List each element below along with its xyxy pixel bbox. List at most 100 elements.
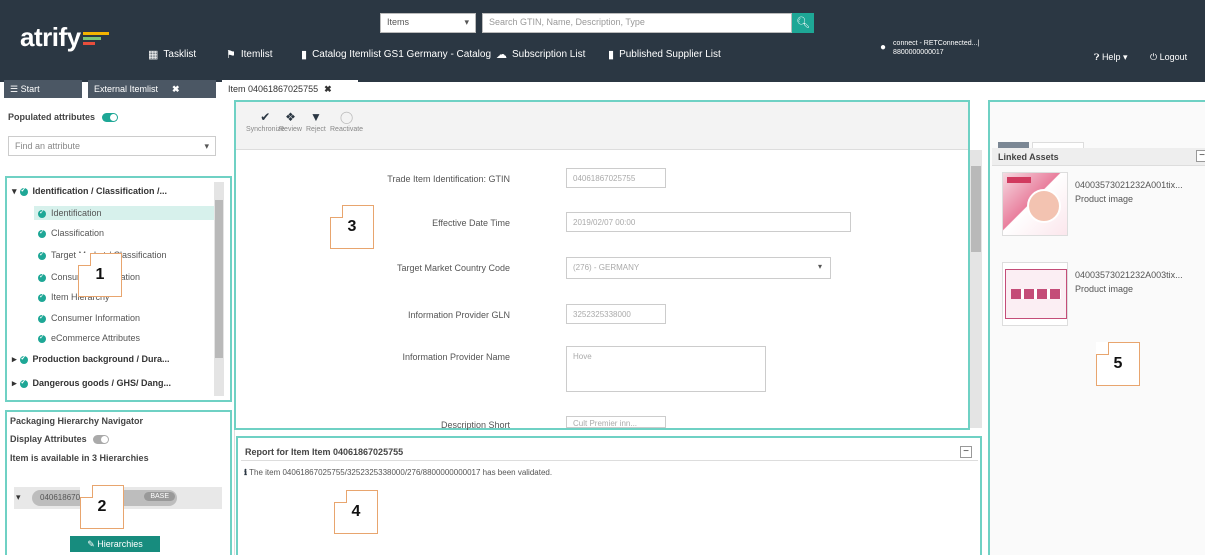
asset-type: Product image (1075, 284, 1134, 294)
reject-button[interactable]: ▼ Reject (306, 110, 326, 133)
display-attributes-label: Display Attributes (10, 434, 87, 444)
provider-name-field[interactable]: Hove (566, 346, 766, 392)
tab-item[interactable]: Item 04061867025755 ✖ (222, 80, 358, 98)
callout-1: 1 (78, 253, 122, 297)
nav-itemlist[interactable]: ⚑ Itemlist (226, 48, 273, 61)
tree-scrollbar-thumb[interactable] (215, 200, 223, 358)
packaging-title: Packaging Hierarchy Navigator (10, 416, 144, 426)
populated-attributes: Populated attributes (8, 112, 118, 123)
tab-label: External Itemlist (94, 84, 159, 94)
bookmark-icon: ▮ (608, 49, 615, 61)
hierarchies-button[interactable]: ✎ Hierarchies (70, 536, 160, 552)
expand-icon: ▾ (16, 492, 21, 502)
tab-label: Start (20, 84, 40, 94)
gtin-field[interactable]: 04061867025755 (566, 168, 666, 188)
right-panel (990, 102, 1205, 555)
tree-item-identification[interactable]: Identification (34, 206, 224, 220)
report-title: Report for Item Item 04061867025755 (245, 447, 404, 457)
display-attributes-toggle[interactable] (93, 434, 110, 444)
info-icon: ❖ (285, 110, 296, 124)
top-navigation-bar: atrify Items Search GTIN, Name, Descript… (0, 0, 1205, 82)
review-button[interactable]: ❖ Review (279, 110, 302, 133)
tree-label: eCommerce Attributes (51, 333, 141, 343)
check-circle-icon (38, 313, 46, 323)
expand-icon: ▸ (12, 354, 17, 364)
close-icon[interactable]: ✖ (324, 84, 332, 94)
description-short-label: Description Short (440, 420, 510, 430)
provider-gln-label: Information Provider GLN (407, 310, 510, 320)
check-circle-icon (38, 250, 46, 260)
expand-icon: ▸ (12, 378, 17, 388)
check-circle-icon (19, 354, 28, 364)
product-image-label-strip (1011, 289, 1061, 299)
form-scrollbar-thumb[interactable] (971, 166, 981, 252)
tree-label: Classification (51, 228, 105, 238)
nav-tasklist[interactable]: ▦ Tasklist (148, 48, 196, 61)
tag-icon: ⚑ (226, 49, 236, 61)
logout-button[interactable]: ⏻ Logout (1150, 52, 1187, 63)
close-icon[interactable]: ✖ (172, 84, 180, 94)
callout-3: 3 (330, 205, 374, 249)
nav-subscription-list[interactable]: ☁ Subscription List (496, 48, 585, 61)
tree-item[interactable]: ▾ Identification / Classification /... (12, 186, 167, 197)
cloud-icon: ☁ (496, 49, 507, 61)
report-message: The item 04061867025755/3252325338000/27… (249, 468, 553, 477)
tree-item[interactable]: Consumer Information (38, 313, 140, 323)
tree-label: Consumer Information (51, 313, 141, 323)
product-image-label-strip (1007, 177, 1031, 183)
tree-item[interactable]: ▸ Production background / Dura... (12, 354, 170, 365)
provider-gln-field[interactable]: 3252325338000 (566, 304, 666, 324)
tree-item[interactable]: Classification (38, 228, 104, 238)
tree-label: Identification (51, 208, 102, 218)
search-button[interactable]: 🔍︎ (792, 13, 814, 33)
refresh-icon: ◯ (339, 110, 354, 124)
chevron-down-icon: ▾ (817, 262, 822, 271)
help-menu[interactable]: ❓︎ Help ▾ (1094, 52, 1128, 63)
check-circle-icon (38, 333, 46, 343)
provider-name-label: Information Provider Name (402, 352, 510, 362)
connection-icon: ● (880, 42, 887, 53)
collapse-assets-button[interactable]: − (1196, 150, 1205, 162)
check-circle-icon (38, 228, 46, 238)
asset-thumbnail[interactable] (1002, 262, 1068, 326)
tree-label: Production background / Dura... (32, 354, 170, 364)
tab-start[interactable]: ☰ Start (4, 80, 82, 98)
linked-assets-title: Linked Assets (998, 152, 1059, 162)
tab-external-itemlist[interactable]: External Itemlist ✖ (88, 80, 216, 98)
toolbar-label: Reject (306, 126, 326, 133)
tree-item[interactable]: ▸ Dangerous goods / GHS/ Dang... (12, 378, 171, 389)
tree-item[interactable]: eCommerce Attributes (38, 333, 140, 343)
toolbar-label: Review (279, 126, 302, 133)
linked-assets-header: Linked Assets (992, 148, 1205, 166)
display-attributes: Display Attributes (10, 434, 110, 445)
search-input[interactable]: Search GTIN, Name, Description, Type (482, 13, 792, 33)
asset-name[interactable]: 04003573021232A001tix... (1075, 180, 1183, 190)
base-badge: BASE (144, 492, 175, 501)
minus-icon: − (1199, 150, 1205, 161)
pencil-icon: ✎ (87, 539, 95, 549)
effective-date-field[interactable]: 2019/02/07 00:00 (566, 212, 851, 232)
nav-published-supplier-list[interactable]: ▮ Published Supplier List (608, 48, 721, 61)
minus-icon: − (963, 446, 969, 457)
description-short-field[interactable]: Cult Premier inn... (566, 416, 666, 428)
connection-info[interactable]: ● connect - RETConnected...| 88000000000… (880, 40, 979, 56)
expand-icon: ▾ (12, 186, 17, 196)
asset-thumbnail[interactable] (1002, 172, 1068, 236)
nav-label: Published Supplier List (619, 49, 721, 60)
gtin-label: Trade Item Identification: GTIN (387, 174, 510, 184)
callout-4: 4 (334, 490, 378, 534)
help-label: Help (1101, 52, 1121, 62)
callout-2: 2 (80, 485, 124, 529)
asset-name[interactable]: 04003573021232A003tix... (1075, 270, 1183, 280)
nav-catalog-itemlist[interactable]: ▮ Catalog Itemlist GS1 Germany - Catalog (301, 48, 491, 61)
search-type-select[interactable]: Items (380, 13, 476, 33)
check-circle-icon (38, 272, 46, 282)
nav-label: Subscription List (512, 49, 586, 60)
collapse-report-button[interactable]: − (960, 446, 972, 458)
populated-attributes-toggle[interactable] (101, 112, 118, 122)
find-attribute-select[interactable]: Find an attribute (8, 136, 216, 156)
target-market-select[interactable]: (276) - GERMANY ▾ (566, 257, 831, 279)
search-icon: 🔍︎ (796, 17, 810, 29)
product-image-icon (1027, 189, 1061, 223)
menu-icon: ☰ (10, 84, 19, 94)
